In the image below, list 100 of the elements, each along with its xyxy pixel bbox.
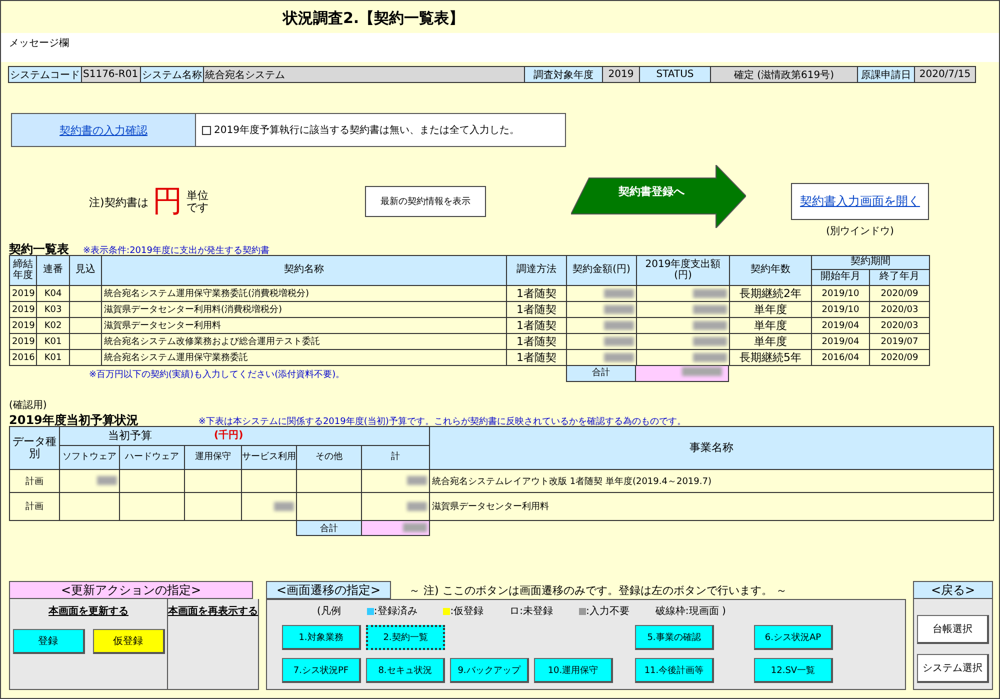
- unit-note: 単位です: [186, 190, 210, 214]
- table-cell: 統合宛名システム運用保守業務委託: [102, 350, 506, 366]
- redacted-value: [682, 366, 722, 376]
- budget-note: ※下表は本システムに関係する2019年度(当初)予算です。これらが契約書に反映されているかを確認する為のものです。: [198, 416, 686, 428]
- table-cell: K01: [36, 350, 70, 366]
- redacted-value: [403, 523, 428, 532]
- field-label: システムコード: [8, 66, 82, 83]
- panel-label: 本画面を再表示する: [168, 606, 258, 617]
- table-cell: 計画: [10, 470, 60, 492]
- table-cell: 2020/03: [870, 302, 930, 318]
- nav-button[interactable]: 11.今後計画等: [635, 658, 714, 683]
- table-cell: 2019/10: [812, 286, 870, 302]
- table-cell: K04: [36, 286, 70, 302]
- refresh-button[interactable]: 最新の契約情報を表示: [365, 186, 486, 217]
- field-value: 確定 (滋情政第619号): [710, 66, 858, 83]
- nav-button[interactable]: 5.事業の確認: [635, 625, 714, 650]
- column-header: 契約年数: [730, 256, 812, 286]
- table-cell: 1者随契: [506, 302, 566, 318]
- field-label: システム名称: [140, 66, 204, 83]
- nav-button[interactable]: 2.契約一覧: [366, 625, 445, 650]
- table-cell: 2019/04: [812, 318, 870, 334]
- table-cell: 2019/04: [812, 334, 870, 350]
- action-button[interactable]: 登録: [12, 629, 84, 654]
- message-label: メッセージ欄: [9, 38, 69, 49]
- transition-note: ～ 注) ここのボタンは画面遷移のみです。登録は左のボタンで行います。 ～: [409, 582, 787, 598]
- window-note: (別ウインドウ): [826, 225, 894, 238]
- table-cell: K03: [36, 302, 70, 318]
- field-label: 調査対象年度: [524, 66, 603, 83]
- total-label: 合計: [566, 366, 636, 382]
- column-header: 締結年度: [10, 256, 36, 286]
- section-title: 2019年度当初予算状況: [9, 412, 138, 429]
- table-cell: 2019: [10, 286, 36, 302]
- table-cell: 単年度: [730, 334, 812, 350]
- unit-text: 円: [152, 187, 182, 217]
- column-header: 見込: [70, 256, 102, 286]
- page-title: 状況調査2.【契約一覧表】: [283, 9, 464, 27]
- table-cell: 1者随契: [506, 350, 566, 366]
- table-cell: 2020/09: [870, 286, 930, 302]
- nav-button[interactable]: 1.対象業務: [282, 625, 361, 650]
- field-value: 2020/7/15: [914, 66, 976, 83]
- field-label: STATUS: [639, 66, 711, 83]
- panel-title: <画面遷移の指定>: [266, 581, 391, 599]
- table-cell: 1者随契: [506, 318, 566, 334]
- column-header: 計: [362, 446, 430, 470]
- panel-label: 本画面を更新する: [48, 604, 128, 618]
- field-label: 原課申請日: [857, 66, 915, 83]
- action-button[interactable]: 仮登録: [92, 629, 164, 654]
- field-value: 2019: [602, 66, 640, 83]
- panel-title: <戻る>: [913, 581, 993, 599]
- unit-note: 注)契約書は: [89, 194, 148, 210]
- table-cell: 統合宛名システム改修業務および総合運用テスト委託: [102, 334, 506, 350]
- column-header: サービス利用: [242, 446, 296, 470]
- footnote: ※百万円以下の契約(実績)も入力してください(添付資料不要)。: [89, 368, 345, 380]
- table-cell: K01: [36, 334, 70, 350]
- column-header: その他: [296, 446, 362, 470]
- legend-label: :仮登録: [450, 605, 484, 618]
- nav-button[interactable]: 7.シス状況PF: [282, 658, 361, 683]
- column-header: 連番: [36, 256, 70, 286]
- open-input-link[interactable]: 契約書入力画面を開く: [791, 183, 929, 220]
- checkbox[interactable]: [202, 126, 211, 134]
- nav-button[interactable]: 10.運用保守: [534, 658, 613, 683]
- nav-button[interactable]: 12.SV一覧: [754, 658, 833, 683]
- checkbox-label: 2019年度予算執行に該当する契約書は無い、または全て入力した。: [214, 124, 520, 137]
- column-header: 運用保守: [184, 446, 242, 470]
- table-cell: 2016/04: [812, 350, 870, 366]
- panel-title: <更新アクションの指定>: [9, 581, 253, 599]
- column-header: 契約名称: [102, 256, 506, 286]
- table-cell: 2019/10: [812, 302, 870, 318]
- confirm-link[interactable]: 契約書の入力確認: [60, 122, 148, 138]
- legend-label: :登録済み: [374, 604, 418, 618]
- column-header: 契約金額(円): [566, 256, 636, 286]
- nav-button[interactable]: 6.シス状況AP: [754, 625, 833, 650]
- nav-button[interactable]: 8.セキュ状況: [366, 658, 445, 683]
- section-title: 契約一覧表: [9, 241, 69, 258]
- column-header: 終了年月: [870, 270, 930, 286]
- table-cell: 統合宛名システムレイアウト改版 1者随契 単年度(2019.4～2019.7): [430, 470, 994, 492]
- column-header: ハードウェア: [120, 446, 184, 470]
- unit-label: (千円): [214, 430, 244, 442]
- table-cell: 滋賀県データセンター利用料: [102, 318, 506, 334]
- legend-label: :入力不要: [586, 604, 630, 618]
- back-button[interactable]: システム選択: [917, 654, 989, 683]
- column-header: データ種別: [10, 426, 60, 470]
- legend-label: ロ:未登録: [510, 604, 554, 618]
- legend-label: 破線枠:現画面 ): [655, 604, 726, 618]
- nav-button[interactable]: 9.バックアップ: [450, 658, 529, 683]
- table-cell: 計画: [10, 492, 60, 520]
- table-cell: 長期継続5年: [730, 350, 812, 366]
- field-value: S1176-R01: [81, 66, 141, 83]
- table-cell: 1者随契: [506, 334, 566, 350]
- table-cell: 長期継続2年: [730, 286, 812, 302]
- check-label: (確認用): [9, 398, 48, 412]
- table-cell: 2019: [10, 334, 36, 350]
- table-cell: 2019: [10, 302, 36, 318]
- legend-label: (凡例: [317, 605, 341, 618]
- condition-note: ※表示条件:2019年度に支出が発生する契約書: [83, 244, 270, 257]
- table-cell: 2016: [10, 350, 36, 366]
- table-cell: K02: [36, 318, 70, 334]
- field-value: 統合宛名システム: [203, 66, 525, 83]
- register-arrow-button[interactable]: 契約書登録へ: [571, 165, 746, 228]
- back-button[interactable]: 台帳選択: [917, 615, 989, 644]
